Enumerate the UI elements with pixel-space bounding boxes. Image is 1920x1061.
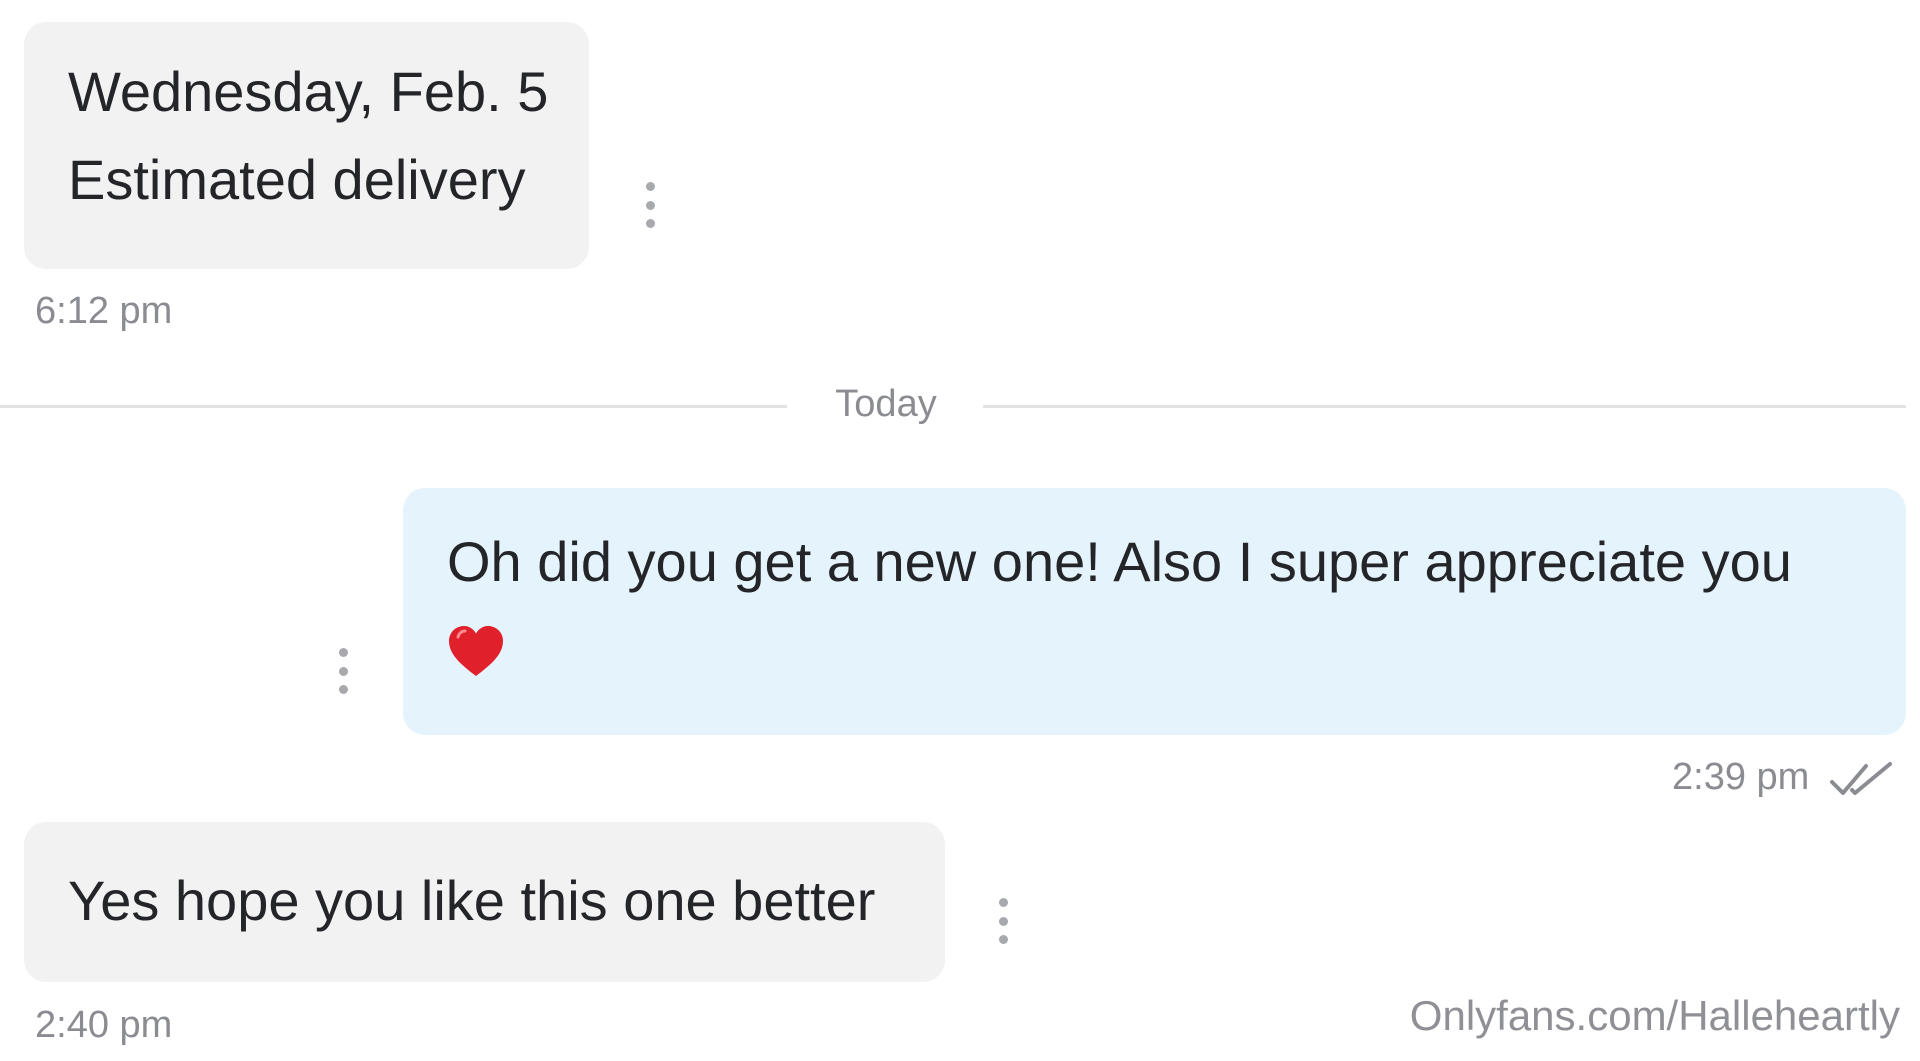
message-timestamp: 6:12 pm	[35, 290, 173, 332]
double-check-icon	[1830, 762, 1892, 795]
red-heart-icon	[449, 626, 503, 677]
message-timestamp: 2:40 pm	[35, 1004, 173, 1046]
message-text-line: Wednesday, Feb. 5	[68, 60, 549, 123]
message-bubble-incoming[interactable]: Yes hope you like this one better	[24, 822, 945, 982]
message-text-line: Estimated delivery	[68, 148, 526, 211]
message-menu-icon[interactable]	[642, 182, 658, 228]
message-text-line: Yes hope you like this one better	[68, 869, 876, 932]
watermark-text: Onlyfans.com/Halleheartly	[1409, 992, 1900, 1039]
date-divider-line-left	[0, 405, 787, 408]
message-emoji-line	[447, 606, 1906, 694]
message-menu-icon[interactable]	[995, 898, 1011, 944]
message-timestamp: 2:39 pm	[1672, 756, 1810, 798]
date-divider-line-right	[983, 405, 1906, 408]
message-menu-icon[interactable]	[335, 648, 351, 694]
chat-screen: Wednesday, Feb. 5 Estimated delivery 6:1…	[0, 0, 1920, 1061]
message-text-line: Oh did you get a new one! Also I super a…	[447, 530, 1792, 593]
message-bubble-outgoing[interactable]: Oh did you get a new one! Also I super a…	[403, 488, 1906, 735]
message-bubble-incoming[interactable]: Wednesday, Feb. 5 Estimated delivery	[24, 22, 589, 269]
date-divider-label: Today	[835, 383, 937, 425]
